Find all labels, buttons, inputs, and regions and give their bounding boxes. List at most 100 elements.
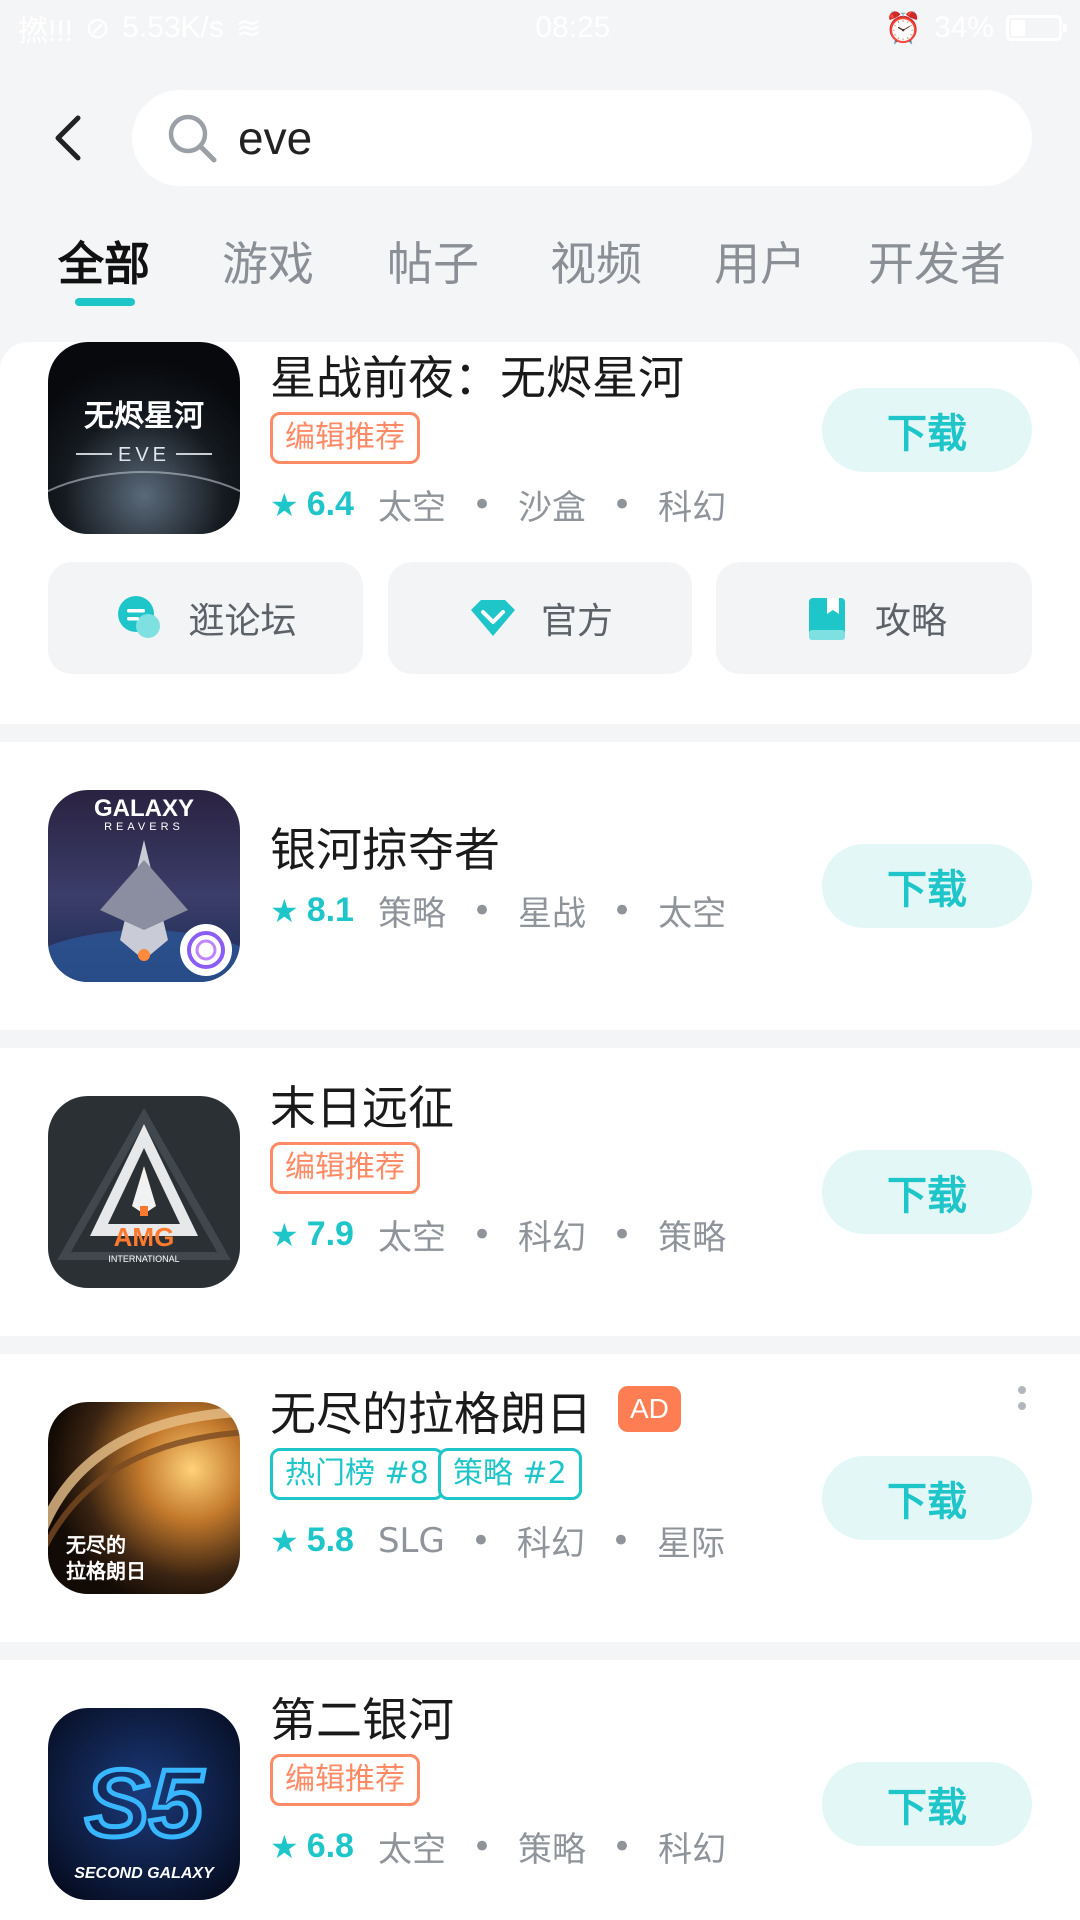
app-title[interactable]: 无尽的拉格朗日 [270,1378,592,1444]
download-button[interactable]: 下载 [822,388,1032,472]
app-title[interactable]: 第二银河 [270,1684,454,1750]
tab-videos[interactable]: 视频 [550,228,642,294]
app-icon-galaxy-reavers[interactable]: GALAXY REAVERS [48,790,240,982]
star-icon: ★ [270,485,299,524]
ranking-tag: 策略 #2 [438,1448,582,1500]
wifi-icon: ≋ [235,11,262,45]
app-title[interactable]: 末日远征 [270,1072,454,1138]
separator-dot: • [612,484,633,525]
editor-pick-tag: 编辑推荐 [270,1142,420,1194]
tab-developers[interactable]: 开发者 [868,228,1006,294]
result-card-2[interactable]: GALAXY REAVERS 银河掠夺者 ★ 8.1 策略 • 星战 • 太空 … [0,742,1080,1030]
app-meta: ★ 8.1 策略 • 星战 • 太空 [270,886,726,935]
genre: 策略 [658,1218,727,1258]
separator-dot: • [610,1520,631,1561]
signal-indicator: 撚!!! [18,15,74,48]
result-card-4[interactable]: 无尽的 拉格朗日 无尽的拉格朗日 AD 热门榜 #8 策略 #2 ★ 5.8 S… [0,1354,1080,1642]
separator-dot: • [612,890,633,931]
guide-label: 攻略 [874,601,947,642]
tab-posts[interactable]: 帖子 [387,228,479,294]
separator-dot: • [470,1520,491,1561]
app-icon-amg[interactable]: AMG INTERNATIONAL [48,1096,240,1288]
app-score: 8.1 [306,891,354,929]
genre: 沙盒 [518,488,587,528]
network-speed: 5.53K/s [122,11,224,44]
svg-text:S5: S5 [85,1750,204,1857]
forum-button[interactable]: 逛论坛 [48,562,363,674]
tab-all[interactable]: 全部 [58,228,150,294]
forum-label: 逛论坛 [188,601,297,642]
chat-bubble-icon [118,596,161,638]
status-right: ⏰ 34% [884,11,1067,46]
ad-badge: AD [618,1386,681,1432]
svg-text:拉格朗日: 拉格朗日 [66,1559,146,1583]
active-tab-indicator [75,298,135,306]
search-input[interactable] [238,111,918,165]
search-bar[interactable] [132,90,1032,186]
app-meta: ★ 5.8 SLG • 科幻 • 星际 [270,1516,725,1565]
app-meta: ★ 6.8 太空 • 策略 • 科幻 [270,1822,726,1871]
diamond-icon [470,600,515,636]
separator-dot: • [471,484,493,525]
status-left: 撚!!! ⊘ 5.53K/s ≋ [18,6,261,50]
app-title[interactable]: 星战前夜：无烬星河 [270,342,684,408]
app-meta: ★ 7.9 太空 • 科幻 • 策略 [270,1210,726,1259]
back-button[interactable] [40,108,100,168]
svg-text:SECOND GALAXY: SECOND GALAXY [74,1865,215,1882]
alarm-icon: ⏰ [884,11,922,45]
status-bar: 撚!!! ⊘ 5.53K/s ≋ 08:25 ⏰ 34% [0,0,1080,56]
more-options-icon[interactable] [1010,1386,1034,1426]
download-button[interactable]: 下载 [822,844,1032,928]
genre: SLG [377,1520,445,1561]
chevron-left-icon [55,115,81,161]
genre: 策略 [377,894,446,934]
genre: 太空 [658,894,727,934]
genre: 星际 [656,1524,725,1564]
app-icon-eve[interactable]: 无烬星河 EVE [48,342,240,534]
genre: 科幻 [658,488,727,528]
search-icon [168,114,217,163]
result-card-1[interactable]: 无烬星河 EVE 星战前夜：无烬星河 编辑推荐 ★ 6.4 太空 • 沙盒 • … [0,342,1080,724]
guide-button[interactable]: 攻略 [716,562,1032,674]
result-card-5[interactable]: S5 SECOND GALAXY 第二银河 编辑推荐 ★ 6.8 太空 • 策略… [0,1660,1080,1920]
app-meta: ★ 6.4 太空 • 沙盒 • 科幻 [270,480,726,529]
star-icon: ★ [270,891,299,930]
download-button[interactable]: 下载 [822,1150,1032,1234]
svg-text:GALAXY: GALAXY [94,795,194,822]
genre: 策略 [518,1830,587,1870]
app-score: 7.9 [306,1215,354,1253]
editor-pick-tag: 编辑推荐 [270,412,420,464]
battery-percent: 34% [933,11,994,44]
app-title[interactable]: 银河掠夺者 [270,814,500,880]
category-tabs: 全部 游戏 帖子 视频 用户 开发者 [0,228,1080,308]
svg-text:无烬星河: 无烬星河 [84,399,204,434]
star-icon: ★ [270,1827,299,1866]
tab-users[interactable]: 用户 [714,228,806,294]
app-icon-lagrange[interactable]: 无尽的 拉格朗日 [48,1402,240,1594]
book-icon [808,598,845,640]
app-icon-second-galaxy[interactable]: S5 SECOND GALAXY [48,1708,240,1900]
tab-games[interactable]: 游戏 [222,228,314,294]
official-button[interactable]: 官方 [388,562,692,674]
genre: 科幻 [516,1524,585,1564]
app-score: 6.4 [306,485,354,523]
genre: 太空 [377,1218,446,1258]
search-header [0,90,1080,186]
genre: 太空 [377,488,446,528]
download-button[interactable]: 下载 [822,1456,1032,1540]
separator-dot: • [471,890,493,931]
app-score: 6.8 [306,1827,354,1865]
separator-dot: • [612,1826,633,1867]
result-card-3[interactable]: AMG INTERNATIONAL 末日远征 编辑推荐 ★ 7.9 太空 • 科… [0,1048,1080,1336]
separator-dot: • [471,1214,493,1255]
genre: 科幻 [518,1218,587,1258]
clock: 08:25 [535,11,611,44]
star-icon: ★ [270,1215,299,1254]
separator-dot: • [612,1214,633,1255]
app-score: 5.8 [306,1521,354,1559]
genre: 太空 [377,1830,446,1870]
ranking-tag: 热门榜 #8 [270,1448,444,1500]
editor-pick-tag: 编辑推荐 [270,1754,420,1806]
svg-text:INTERNATIONAL: INTERNATIONAL [108,1254,179,1264]
download-button[interactable]: 下载 [822,1762,1032,1846]
